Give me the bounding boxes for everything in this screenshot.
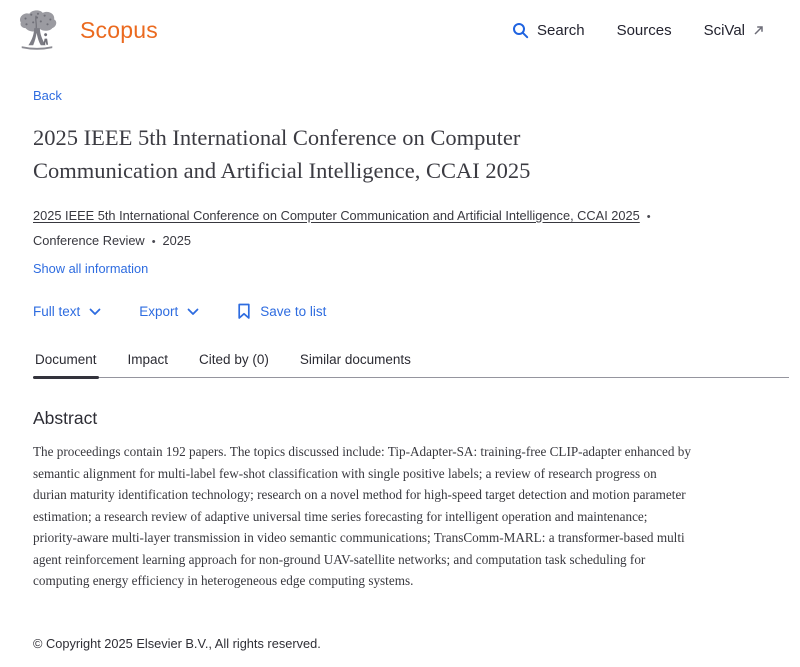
external-link-icon bbox=[753, 25, 764, 36]
document-tabs: Document Impact Cited by (0) Similar doc… bbox=[33, 352, 789, 378]
abstract-heading: Abstract bbox=[33, 408, 767, 429]
search-icon bbox=[512, 22, 529, 39]
publication-year: 2025 bbox=[163, 233, 191, 248]
tab-similar-documents[interactable]: Similar documents bbox=[298, 352, 413, 377]
top-header: Scopus Search Sources SciVal bbox=[0, 0, 800, 58]
document-actions: Full text Export Save to list bbox=[33, 303, 767, 320]
nav-search[interactable]: Search bbox=[512, 22, 585, 39]
save-to-list-button[interactable]: Save to list bbox=[237, 303, 326, 320]
export-dropdown[interactable]: Export bbox=[139, 304, 199, 319]
tab-document[interactable]: Document bbox=[33, 352, 99, 377]
meta-separator: • bbox=[647, 207, 651, 228]
brand: Scopus bbox=[14, 9, 158, 51]
copyright-notice: © Copyright 2025 Elsevier B.V., All righ… bbox=[33, 636, 767, 667]
full-text-label: Full text bbox=[33, 304, 80, 319]
nav-sources[interactable]: Sources bbox=[617, 22, 672, 39]
document-page: Back 2025 IEEE 5th International Confere… bbox=[0, 58, 800, 667]
header-nav: Search Sources SciVal bbox=[512, 22, 764, 39]
scopus-wordmark[interactable]: Scopus bbox=[80, 17, 158, 44]
chevron-down-icon bbox=[89, 308, 101, 316]
abstract-text: The proceedings contain 192 papers. The … bbox=[33, 441, 693, 592]
save-to-list-label: Save to list bbox=[260, 304, 326, 319]
document-type: Conference Review bbox=[33, 233, 145, 248]
nav-scival[interactable]: SciVal bbox=[704, 22, 764, 39]
bookmark-icon bbox=[237, 303, 251, 320]
meta-separator: • bbox=[152, 232, 156, 253]
chevron-down-icon bbox=[187, 308, 199, 316]
source-title-link[interactable]: 2025 IEEE 5th International Conference o… bbox=[33, 208, 640, 223]
show-all-information-link[interactable]: Show all information bbox=[33, 261, 148, 276]
back-link[interactable]: Back bbox=[33, 88, 62, 103]
nav-scival-label: SciVal bbox=[704, 22, 745, 39]
nav-search-label: Search bbox=[537, 22, 585, 39]
elsevier-tree-logo-icon bbox=[14, 9, 60, 51]
nav-sources-label: Sources bbox=[617, 22, 672, 39]
document-title: 2025 IEEE 5th International Conference o… bbox=[33, 121, 633, 187]
full-text-dropdown[interactable]: Full text bbox=[33, 304, 101, 319]
document-meta: 2025 IEEE 5th International Conference o… bbox=[33, 204, 688, 254]
tab-cited-by[interactable]: Cited by (0) bbox=[197, 352, 271, 377]
export-label: Export bbox=[139, 304, 178, 319]
tab-impact[interactable]: Impact bbox=[126, 352, 171, 377]
